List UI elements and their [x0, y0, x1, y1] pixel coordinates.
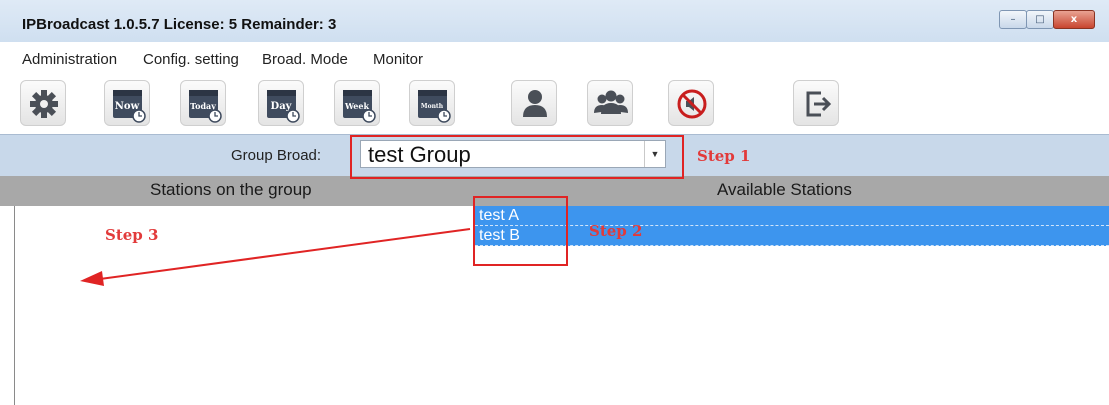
step3-arrow — [80, 228, 471, 286]
